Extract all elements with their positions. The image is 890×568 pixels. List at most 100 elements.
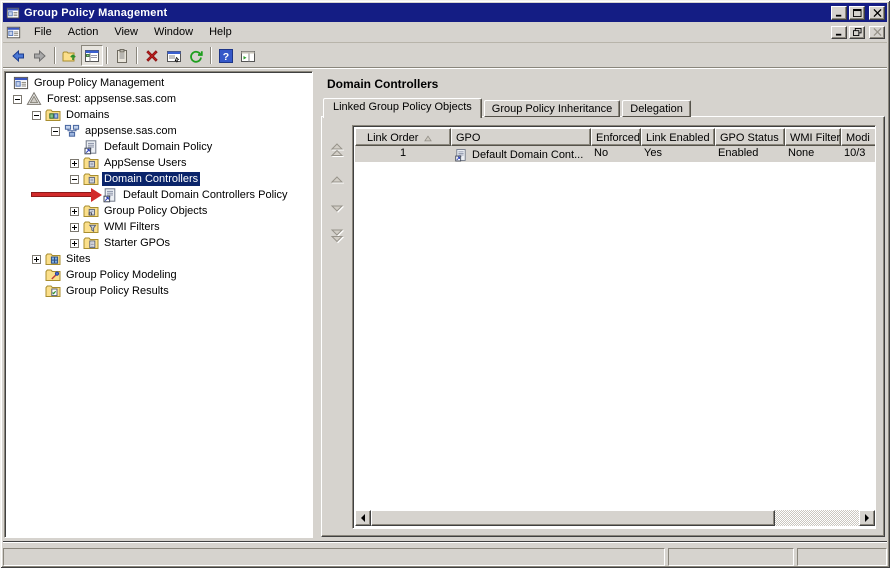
tree-item-domains[interactable]: Domains [5,107,312,123]
scroll-right-button[interactable] [859,510,875,526]
expander-toggle[interactable] [32,254,45,264]
tree-item-group-policy-results[interactable]: Group Policy Results [5,283,312,299]
tree-item-forest-appsense-sas-com[interactable]: Forest: appsense.sas.com [5,91,312,107]
minimize-button[interactable] [831,5,847,20]
help-button[interactable]: ? [215,45,237,66]
tab-page: Link Order GPO Enforced Link Enabled GPO Sta… [321,116,885,537]
move-bottom-button[interactable] [327,226,347,246]
expand-plus-icon [70,158,79,168]
move-up-button[interactable] [327,170,347,190]
move-up-icon [330,173,344,187]
scrollbar-thumb[interactable] [371,510,775,526]
cell-enforced: No [591,146,641,162]
cell-value: Enabled [718,147,759,159]
tab-group-policy-inheritance[interactable]: Group Policy Inheritance [483,100,621,117]
tree-item-appsense-users[interactable]: AppSense Users [5,155,312,171]
tab-strip: Linked Group Policy Objects Group Policy … [323,97,693,118]
column-header-enforced[interactable]: Enforced [591,128,641,146]
back-button[interactable] [7,45,29,66]
tree-item-label: WMI Filters [104,221,160,233]
modeling-icon [45,267,61,283]
toolbar-separator [106,47,108,64]
expander-toggle[interactable] [32,110,45,120]
expander-toggle[interactable] [70,174,83,184]
expander-toggle[interactable] [70,206,83,216]
tree-item-sites[interactable]: Sites [5,251,312,267]
expander-toggle[interactable] [70,238,83,248]
tab-linked-group-policy-objects[interactable]: Linked Group Policy Objects [323,98,482,118]
action-pane-button[interactable] [237,45,259,66]
up-one-level-button[interactable] [59,45,81,66]
column-header-link-order[interactable]: Link Order [355,128,451,146]
menu-action[interactable]: Action [60,24,107,40]
tree-item-label: AppSense Users [104,157,187,169]
expand-plus-icon [70,206,79,216]
menu-file[interactable]: File [26,24,60,40]
console-tree-icon [84,48,100,64]
gpo-link-icon [454,148,468,162]
tree-item-group-policy-management[interactable]: Group Policy Management [5,75,312,91]
scroll-left-button[interactable] [355,510,371,526]
minimize-icon [835,28,844,36]
tree-item-starter-gpos[interactable]: Starter GPOs [5,235,312,251]
menu-view[interactable]: View [106,24,146,40]
clipboard-button[interactable] [111,45,133,66]
group-policy-management-window: Group Policy Management File Action View Wi… [0,0,890,568]
tree-item-group-policy-objects[interactable]: Group Policy Objects [5,203,312,219]
refresh-icon [188,48,204,64]
cell-value: 10/3 [844,147,866,159]
tree-item-label: Group Policy Management [34,77,165,89]
column-header-gpo[interactable]: GPO [451,128,591,146]
column-header-label: GPO Status [720,132,779,144]
menu-window[interactable]: Window [146,24,201,40]
up-one-level-icon [62,48,78,64]
toolbar: ? [3,44,887,68]
restore-button[interactable] [849,25,865,39]
ou-folder-icon [83,171,99,187]
close-button[interactable] [869,5,885,20]
cell-value: None [788,147,815,159]
move-top-icon [330,143,344,157]
red-arrow-annotation [31,192,91,197]
tree-item-group-policy-modeling[interactable]: Group Policy Modeling [5,267,312,283]
svg-text:?: ? [223,51,229,63]
cell-value: Default Domain Cont... [472,148,584,161]
refresh-button[interactable] [185,45,207,66]
tree-item-default-domain-policy[interactable]: Default Domain Policy [5,139,312,155]
properties-button[interactable] [163,45,185,66]
close-icon [872,28,882,36]
tree-item-domain-controllers[interactable]: Domain Controllers [5,171,312,187]
delete-button[interactable] [141,45,163,66]
console-icon [6,25,21,40]
column-header-link-enabled[interactable]: Link Enabled [641,128,715,146]
column-header-wmi-filter[interactable]: WMI Filter [785,128,841,146]
column-header-modi[interactable]: Modi [841,128,875,146]
forward-icon [32,48,48,64]
menu-help[interactable]: Help [201,24,240,40]
horizontal-scrollbar[interactable] [355,510,875,526]
minimize-button[interactable] [831,25,847,39]
expander-toggle[interactable] [70,222,83,232]
tree-item-wmi-filters[interactable]: WMI Filters [5,219,312,235]
close-button[interactable] [869,25,885,39]
maximize-button[interactable] [849,5,865,20]
cell-gpo: Default Domain Cont... [451,146,591,162]
expander-toggle[interactable] [51,126,64,136]
title-bar: Group Policy Management [3,3,887,22]
expander-toggle[interactable] [70,158,83,168]
column-header-label: GPO [456,132,481,144]
cell-value: Yes [644,147,662,159]
forward-button[interactable] [29,45,51,66]
tree-item-appsense-sas-com[interactable]: appsense.sas.com [5,123,312,139]
expander-toggle[interactable] [13,94,26,104]
move-down-button[interactable] [327,198,347,218]
move-top-button[interactable] [327,140,347,160]
gpo-link-icon [102,187,118,203]
scroll-left-icon [361,514,365,522]
status-panel [668,548,794,566]
child-window-controls [831,25,885,39]
tab-delegation[interactable]: Delegation [622,100,691,117]
console-tree-button[interactable] [81,45,103,66]
column-header-gpo-status[interactable]: GPO Status [715,128,785,146]
table-row[interactable]: 1 Default Domain Cont... No Yes Enabled None 1… [355,146,875,162]
